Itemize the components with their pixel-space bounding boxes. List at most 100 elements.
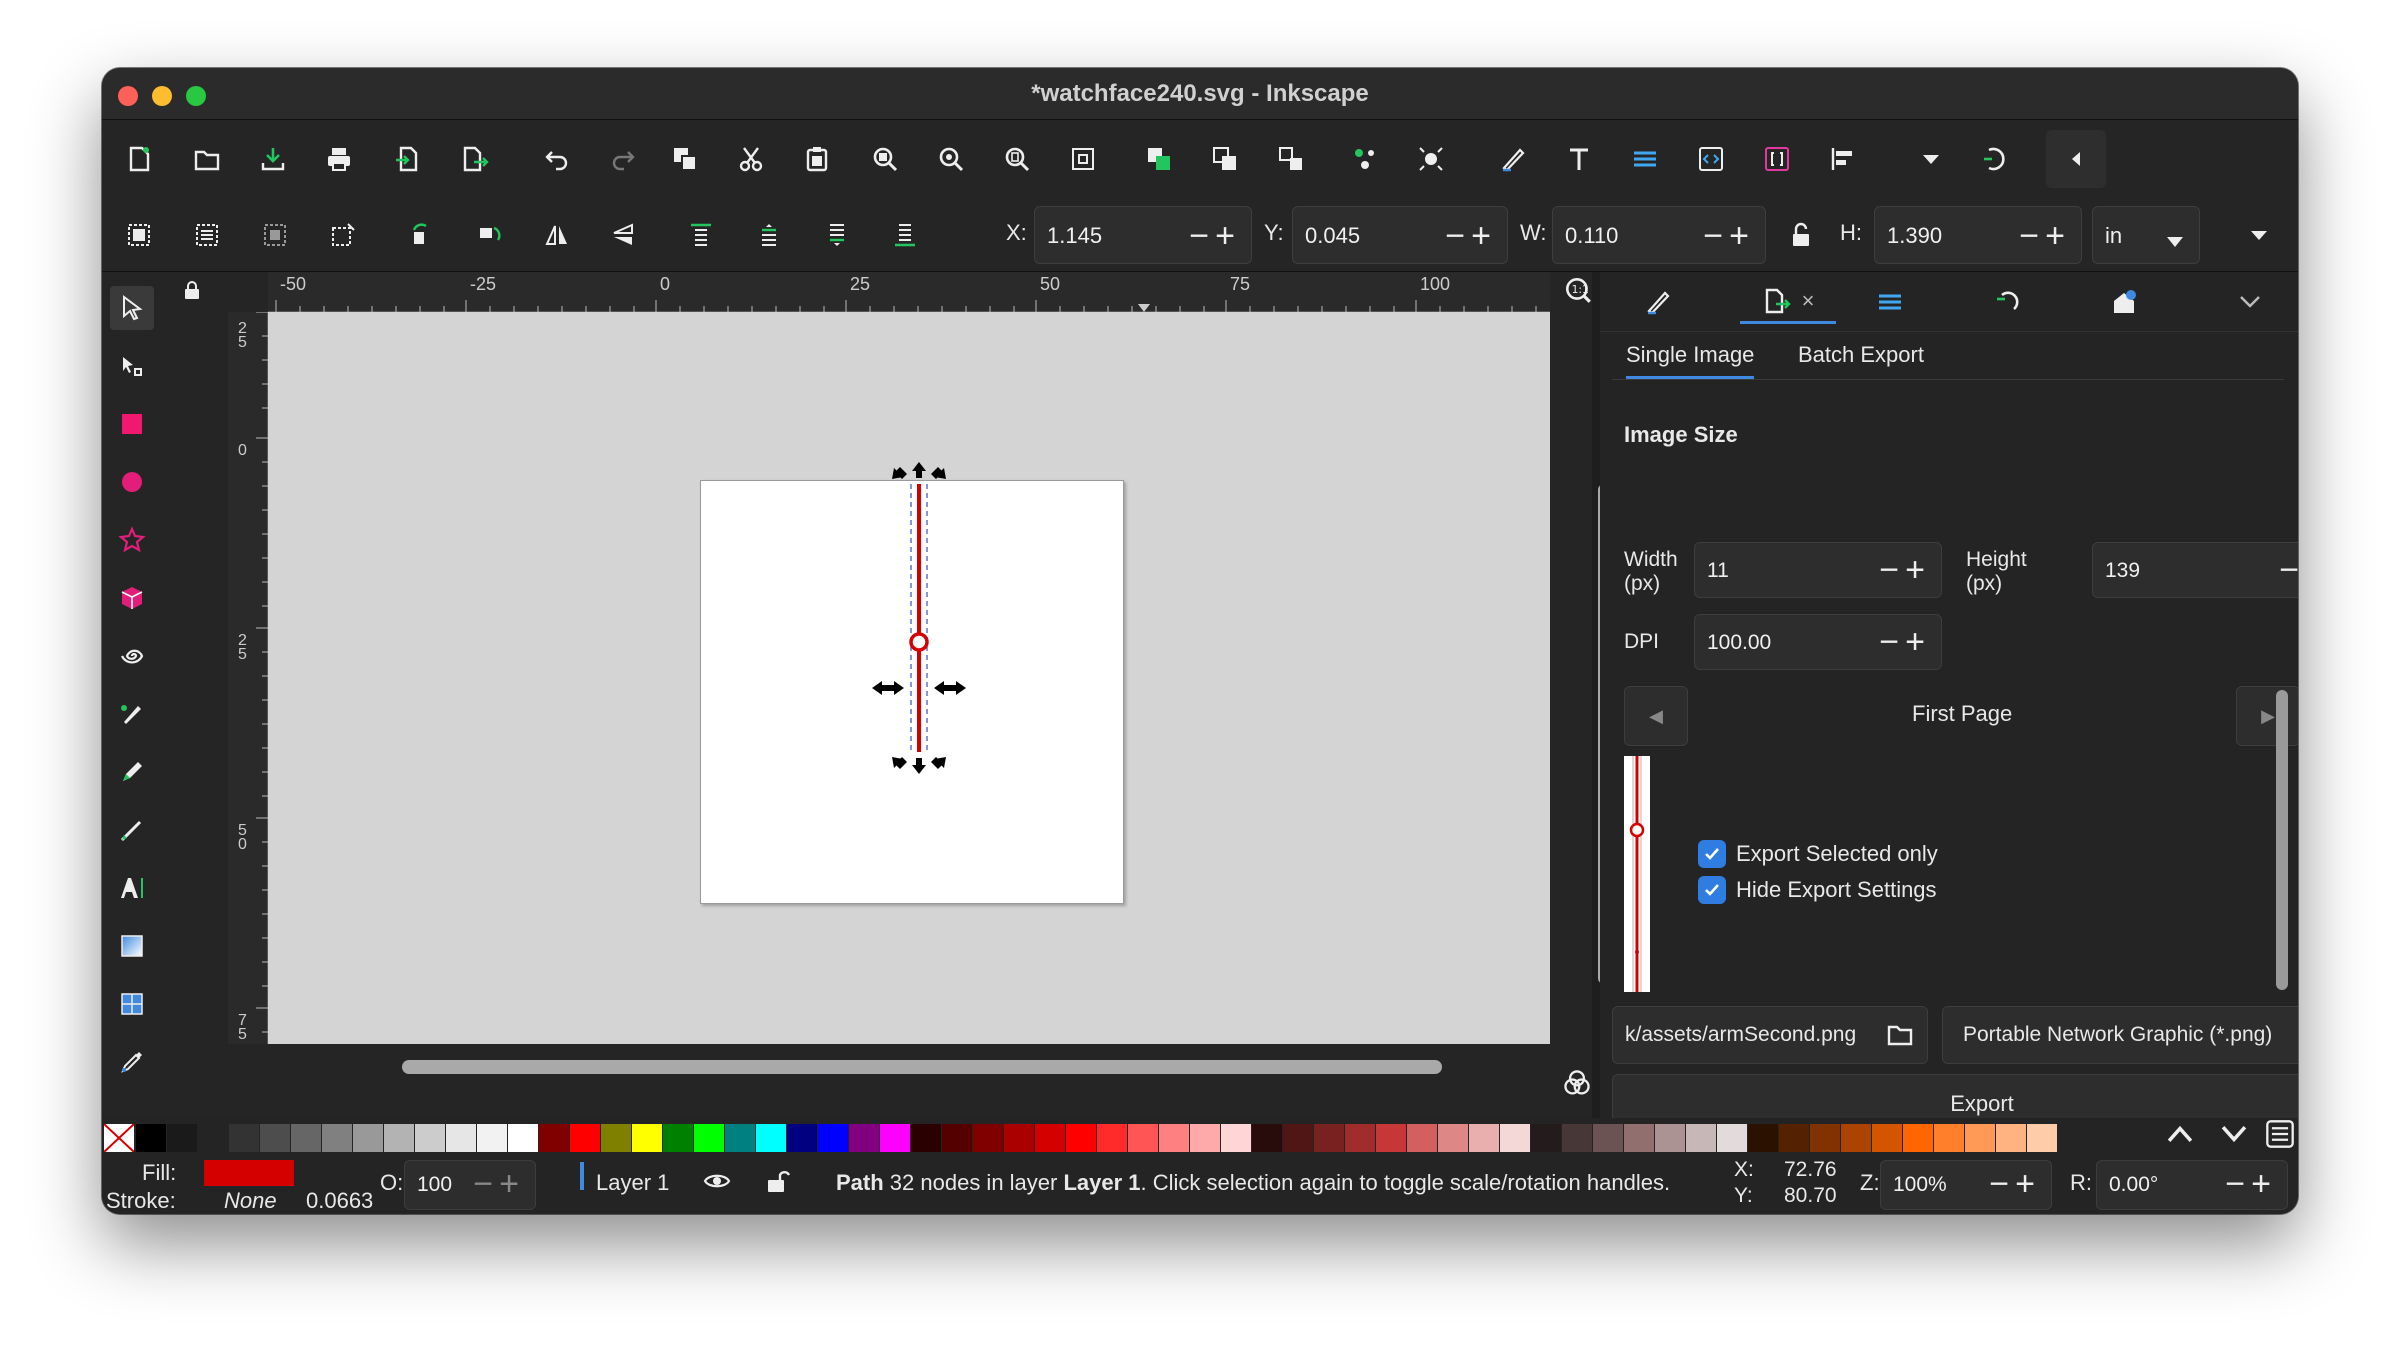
palette-scroll-down-icon[interactable] <box>2214 1114 2254 1154</box>
y-stepper[interactable]: −+ <box>1445 217 1497 256</box>
palette-swatch[interactable] <box>1500 1124 1530 1152</box>
drawing-canvas[interactable] <box>268 312 1550 1044</box>
align-distribute-icon[interactable] <box>1820 136 1866 182</box>
opacity-value[interactable]: 100 <box>417 1173 452 1197</box>
rectangle-tool-icon[interactable] <box>110 402 154 446</box>
palette-swatch[interactable] <box>1314 1124 1344 1152</box>
unit-dropdown[interactable]: in <box>2092 206 2200 264</box>
text-font-icon[interactable] <box>1556 136 1602 182</box>
palette-swatch[interactable] <box>1159 1124 1189 1152</box>
palette-swatch[interactable] <box>1934 1124 1964 1152</box>
save-icon[interactable] <box>250 136 296 182</box>
fill-swatch[interactable] <box>204 1160 294 1186</box>
touch-select-icon[interactable] <box>320 212 366 258</box>
width-stepper[interactable]: −+ <box>1879 551 1931 590</box>
palette-swatch[interactable] <box>1903 1124 1933 1152</box>
zoom-fit-icon[interactable] <box>1060 136 1106 182</box>
palette-menu-icon[interactable] <box>2260 1114 2298 1154</box>
palette-swatch[interactable] <box>973 1124 1003 1152</box>
layers-icon[interactable] <box>1622 136 1668 182</box>
palette-swatch[interactable] <box>1345 1124 1375 1152</box>
palette-swatch[interactable] <box>1128 1124 1158 1152</box>
rotate-ccw-icon[interactable] <box>398 212 444 258</box>
fill-stroke-tab-icon[interactable] <box>1630 280 1686 324</box>
palette-swatch[interactable] <box>446 1124 476 1152</box>
palette-swatch[interactable] <box>1190 1124 1220 1152</box>
palette-swatch[interactable] <box>477 1124 507 1152</box>
toolbar-overflow-icon[interactable] <box>2236 212 2282 258</box>
layer-lock-icon[interactable] <box>762 1166 792 1202</box>
height-px-spinbox[interactable]: 139 −+ <box>2092 542 2298 598</box>
palette-swatch[interactable] <box>1469 1124 1499 1152</box>
export-filename-field[interactable]: k/assets/armSecond.png <box>1612 1006 1928 1064</box>
export-tab[interactable]: × <box>1740 280 1836 324</box>
flip-horizontal-icon[interactable] <box>534 212 580 258</box>
calligraphy-tool-icon[interactable] <box>110 808 154 852</box>
folder-open-icon[interactable] <box>1885 1019 1915 1055</box>
palette-swatch[interactable] <box>1562 1124 1592 1152</box>
pen-tool-icon[interactable] <box>110 692 154 736</box>
palette-swatch[interactable] <box>1252 1124 1282 1152</box>
format-value[interactable]: Portable Network Graphic (*.png) <box>1963 1023 2272 1047</box>
lock-guides-icon[interactable] <box>172 270 212 310</box>
palette-swatch[interactable] <box>1376 1124 1406 1152</box>
palette-swatch[interactable] <box>632 1124 662 1152</box>
tab-batch-export[interactable]: Batch Export <box>1798 342 1924 368</box>
palette-swatch[interactable] <box>353 1124 383 1152</box>
hide-export-settings-checkbox[interactable]: Hide Export Settings <box>1698 876 1937 904</box>
open-icon[interactable] <box>184 136 230 182</box>
lock-objects-icon[interactable] <box>1202 136 1248 182</box>
lock-proportions-icon[interactable] <box>1778 212 1824 258</box>
rotation-spinbox[interactable]: 0.00° −+ <box>2096 1160 2288 1210</box>
palette-swatch[interactable] <box>322 1124 352 1152</box>
ungroup-icon[interactable] <box>1268 136 1314 182</box>
zoom-selection-icon[interactable] <box>862 136 908 182</box>
dpi-value[interactable]: 100.00 <box>1707 631 1771 655</box>
height-stepper[interactable]: −+ <box>2279 551 2298 590</box>
palette-swatch[interactable] <box>1779 1124 1809 1152</box>
palette-swatch[interactable] <box>725 1124 755 1152</box>
palette-swatch[interactable] <box>601 1124 631 1152</box>
zoom-stepper[interactable]: −+ <box>1989 1165 2041 1204</box>
layer-visibility-icon[interactable] <box>702 1166 732 1202</box>
ellipse-tool-icon[interactable] <box>110 460 154 504</box>
dock-menu-chevron-icon[interactable] <box>2222 280 2278 324</box>
y-spinbox[interactable]: 0.045 −+ <box>1292 206 1508 264</box>
palette-swatch[interactable] <box>2027 1124 2057 1152</box>
mesh-tool-icon[interactable] <box>110 982 154 1026</box>
palette-swatch[interactable] <box>942 1124 972 1152</box>
lower-icon[interactable] <box>814 212 860 258</box>
palette-swatch[interactable] <box>167 1124 197 1152</box>
palette-swatch[interactable] <box>1283 1124 1313 1152</box>
redo-icon[interactable] <box>600 136 646 182</box>
zoom-spinbox[interactable]: 100% −+ <box>1880 1160 2052 1210</box>
stroke-width-value[interactable]: 0.0663 <box>306 1188 373 1214</box>
palette-swatch[interactable] <box>1872 1124 1902 1152</box>
zoom-value[interactable]: 100% <box>1893 1173 1947 1197</box>
snap-controls-toggle[interactable] <box>2046 130 2106 188</box>
palette-swatch[interactable] <box>136 1124 166 1152</box>
transform-tab-icon[interactable] <box>1980 280 2036 324</box>
paste-icon[interactable] <box>794 136 840 182</box>
new-document-icon[interactable] <box>116 136 162 182</box>
palette-swatch[interactable] <box>1717 1124 1747 1152</box>
current-layer[interactable]: Layer 1 <box>596 1170 669 1196</box>
palette-swatch[interactable] <box>1035 1124 1065 1152</box>
palette-swatch[interactable] <box>1004 1124 1034 1152</box>
w-spinbox[interactable]: 0.110 −+ <box>1552 206 1766 264</box>
palette-swatch[interactable] <box>1965 1124 1995 1152</box>
h-stepper[interactable]: −+ <box>2019 217 2071 256</box>
palette-swatch[interactable] <box>415 1124 445 1152</box>
palette-swatch[interactable] <box>539 1124 569 1152</box>
raise-to-top-icon[interactable] <box>678 212 724 258</box>
w-value[interactable]: 0.110 <box>1565 223 1618 249</box>
palette-swatch[interactable] <box>1748 1124 1778 1152</box>
export-icon[interactable] <box>452 136 498 182</box>
duplicate-icon[interactable] <box>662 136 708 182</box>
palette-swatch[interactable] <box>911 1124 941 1152</box>
zoom-drawing-icon[interactable] <box>928 136 974 182</box>
palette-swatch[interactable] <box>508 1124 538 1152</box>
palette-swatch[interactable] <box>570 1124 600 1152</box>
palette-swatch[interactable] <box>787 1124 817 1152</box>
export-format-dropdown[interactable]: Portable Network Graphic (*.png) <box>1942 1006 2298 1064</box>
